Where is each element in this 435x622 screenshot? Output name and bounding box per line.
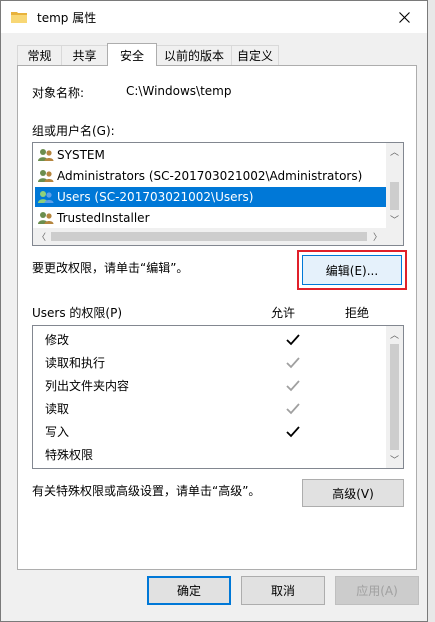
- scroll-down-icon[interactable]: ﹀: [386, 211, 403, 228]
- button-label: 确定: [176, 584, 201, 598]
- user-group-icon: [38, 170, 54, 182]
- title-bar: temp 属性: [1, 1, 427, 33]
- list-item-label: SYSTEM: [57, 148, 105, 162]
- edit-hint: 要更改权限，请单击“编辑”。: [32, 261, 189, 275]
- list-item-trustedinstaller[interactable]: TrustedInstaller: [35, 208, 386, 228]
- apply-button[interactable]: 应用(A): [335, 576, 419, 605]
- ok-button[interactable]: 确定: [147, 576, 231, 605]
- scroll-up-icon[interactable]: ︿: [386, 143, 403, 160]
- scroll-thumb[interactable]: [390, 344, 399, 450]
- scroll-down-icon[interactable]: ﹀: [386, 451, 403, 468]
- edit-button[interactable]: 编辑(E)...: [302, 255, 402, 285]
- button-label: 编辑(E)...: [325, 263, 379, 278]
- tab-label: 安全: [119, 48, 144, 63]
- groups-label: 组或用户名(G):: [32, 124, 115, 138]
- scroll-thumb[interactable]: [51, 232, 367, 241]
- permission-label: 读取和执行: [45, 356, 106, 370]
- tab-customize[interactable]: 自定义: [231, 45, 279, 65]
- permission-label: 写入: [45, 425, 70, 439]
- object-name-value: C:\Windows\temp: [126, 84, 232, 98]
- advanced-hint: 有关特殊权限或高级设置，请单击“高级”。: [32, 484, 261, 498]
- security-tab-panel: 对象名称: C:\Windows\temp 组或用户名(G): SYSTEM A…: [17, 65, 417, 570]
- tab-sharing[interactable]: 共享: [61, 45, 108, 65]
- permission-row-special: 特殊权限: [45, 443, 385, 466]
- list-item-administrators[interactable]: Administrators (SC-201703021002\Administ…: [35, 166, 386, 186]
- scroll-right-icon[interactable]: 〉: [369, 228, 386, 245]
- list-item-label: Administrators (SC-201703021002\Administ…: [57, 169, 363, 183]
- permission-label: 列出文件夹内容: [45, 379, 130, 393]
- permission-row-write: 写入: [45, 420, 385, 443]
- tab-label: 自定义: [236, 49, 273, 63]
- close-icon: [398, 11, 410, 23]
- properties-dialog: temp 属性 常规 共享 安全 以前的版本 自定义 对象名称: C:\Wind…: [0, 0, 428, 622]
- permissions-label: Users 的权限(P): [32, 306, 123, 320]
- window-title: temp 属性: [37, 11, 97, 25]
- button-label: 应用(A): [356, 584, 398, 598]
- background-window-edge: [428, 0, 435, 622]
- deny-column-header: 拒绝: [345, 306, 370, 320]
- permissions-vertical-scrollbar[interactable]: ︿ ﹀: [386, 326, 403, 468]
- check-icon: [286, 379, 300, 391]
- permission-row-read: 读取: [45, 397, 385, 420]
- tab-label: 常规: [27, 49, 52, 63]
- tab-label: 以前的版本: [163, 49, 224, 63]
- user-group-icon: [38, 149, 54, 161]
- tab-security[interactable]: 安全: [107, 43, 157, 66]
- list-item-users[interactable]: Users (SC-201703021002\Users): [35, 187, 386, 207]
- tab-previous-versions[interactable]: 以前的版本: [156, 45, 232, 65]
- user-group-icon: [38, 212, 54, 224]
- tab-label: 共享: [72, 49, 97, 63]
- user-group-icon: [38, 191, 54, 203]
- permissions-listbox[interactable]: 修改 读取和执行 列出文件夹内容 读取 写入 特殊权限 ︿ ﹀: [32, 325, 404, 469]
- check-icon: [286, 333, 300, 345]
- close-button[interactable]: [381, 1, 427, 33]
- permission-label: 修改: [45, 333, 70, 347]
- permission-row-modify: 修改: [45, 328, 385, 351]
- list-item-label: Users (SC-201703021002\Users): [57, 190, 254, 204]
- groups-vertical-scrollbar[interactable]: ︿ ﹀: [386, 143, 403, 228]
- permission-row-read-execute: 读取和执行: [45, 351, 385, 374]
- check-icon: [286, 356, 300, 368]
- groups-horizontal-scrollbar[interactable]: 〈 〉: [33, 228, 386, 245]
- cancel-button[interactable]: 取消: [241, 576, 325, 605]
- scroll-thumb[interactable]: [390, 182, 399, 210]
- scroll-corner: [386, 228, 403, 245]
- permission-label: 特殊权限: [45, 448, 94, 462]
- groups-listbox[interactable]: SYSTEM Administrators (SC-201703021002\A…: [32, 142, 404, 246]
- scroll-up-icon[interactable]: ︿: [386, 326, 403, 343]
- check-icon: [286, 425, 300, 437]
- list-item-system[interactable]: SYSTEM: [35, 145, 386, 165]
- check-icon: [286, 402, 300, 414]
- advanced-button[interactable]: 高级(V): [302, 479, 404, 507]
- permission-label: 读取: [45, 402, 70, 416]
- tab-general[interactable]: 常规: [17, 45, 62, 65]
- button-label: 高级(V): [332, 486, 374, 501]
- list-item-label: TrustedInstaller: [57, 211, 150, 225]
- scroll-left-icon[interactable]: 〈: [33, 228, 50, 245]
- allow-column-header: 允许: [271, 306, 296, 320]
- permission-row-list-folder: 列出文件夹内容: [45, 374, 385, 397]
- object-name-label: 对象名称:: [32, 86, 85, 100]
- folder-icon: [11, 12, 27, 23]
- button-label: 取消: [270, 584, 295, 598]
